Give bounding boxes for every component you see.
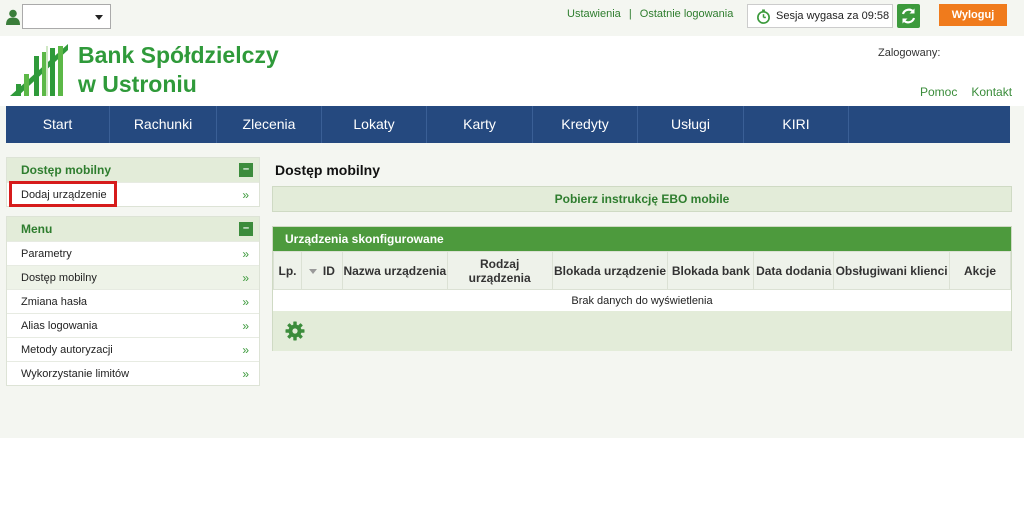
- highlight-box: [9, 181, 117, 207]
- chevron-double-right-icon: »: [242, 271, 249, 285]
- sidebar-item-label: Dostęp mobilny: [21, 272, 97, 284]
- nav-item-uslugi[interactable]: Usługi: [638, 106, 744, 143]
- top-bar: Ustawienia | Ostatnie logowania Sesja wy…: [0, 0, 1024, 36]
- logout-button[interactable]: Wyloguj: [939, 4, 1007, 26]
- column-header-blokada-bank[interactable]: Blokada bank: [667, 251, 755, 290]
- help-links: Pomoc Kontakt: [920, 85, 1024, 99]
- chevron-double-right-icon: »: [242, 367, 249, 381]
- clock-icon: [757, 9, 770, 24]
- user-icon: [6, 9, 20, 25]
- column-header-id-label: ID: [322, 263, 335, 278]
- column-header-lp[interactable]: Lp.: [273, 251, 302, 290]
- nav-item-lokaty[interactable]: Lokaty: [322, 106, 427, 143]
- devices-table-footer: [273, 311, 1011, 351]
- refresh-icon: [901, 8, 916, 24]
- header: Bank Spółdzielczy w Ustroniu Zalogowany:…: [0, 36, 1024, 106]
- table-header-row: Lp. ID Nazwa urządzenia Rodzaj urządzeni…: [273, 251, 1011, 290]
- chevron-double-right-icon: »: [242, 343, 249, 357]
- column-header-nazwa[interactable]: Nazwa urządzenia: [341, 251, 448, 290]
- chevron-double-right-icon: »: [242, 319, 249, 333]
- main-nav: Start Rachunki Zlecenia Lokaty Karty Kre…: [6, 106, 1010, 143]
- table-row: Brak danych do wyświetlenia: [273, 289, 1011, 312]
- column-header-data-dodania[interactable]: Data dodania: [753, 251, 835, 290]
- sidebar-item-label: Metody autoryzacji: [21, 344, 113, 356]
- column-header-akcje: Akcje: [949, 251, 1011, 290]
- devices-panel: Urządzenia skonfigurowane Lp. ID Nazwa u…: [272, 226, 1012, 351]
- top-links-separator: |: [628, 8, 632, 20]
- column-header-blokada-urzadzenie[interactable]: Blokada urządzenie: [551, 251, 669, 290]
- nav-item-kredyty[interactable]: Kredyty: [533, 106, 638, 143]
- logged-in-label: Zalogowany:: [878, 47, 941, 59]
- devices-table: Lp. ID Nazwa urządzenia Rodzaj urządzeni…: [273, 251, 1011, 312]
- nav-item-rachunki[interactable]: Rachunki: [110, 106, 217, 143]
- sidebar-item-metody-autoryzacji[interactable]: Metody autoryzacji »: [7, 337, 259, 361]
- bank-name-line2: w Ustroniu: [78, 71, 197, 97]
- sidebar-menu-panel-title: Menu: [21, 222, 53, 236]
- sidebar-menu-panel: Menu – Parametry » Dostęp mobilny » Zmia…: [6, 216, 260, 386]
- session-timer-text: Sesja wygasa za 09:58: [776, 10, 890, 22]
- sidebar-menu-panel-header: Menu –: [7, 217, 259, 241]
- nav-item-karty[interactable]: Karty: [427, 106, 533, 143]
- sidebar-item-zmiana-hasla[interactable]: Zmiana hasła »: [7, 289, 259, 313]
- sidebar-item-alias-logowania[interactable]: Alias logowania »: [7, 313, 259, 337]
- page-title: Dostęp mobilny: [275, 162, 381, 178]
- bank-name: Bank Spółdzielczy w Ustroniu: [78, 41, 279, 99]
- column-header-rodzaj[interactable]: Rodzaj urządzenia: [446, 251, 553, 290]
- empty-table-message: Brak danych do wyświetlenia: [273, 289, 1011, 312]
- help-link[interactable]: Pomoc: [920, 85, 957, 99]
- sidebar-item-label: Zmiana hasła: [21, 296, 88, 308]
- user-select[interactable]: [22, 4, 111, 29]
- sidebar-item-label: Alias logowania: [21, 320, 98, 332]
- last-logins-link[interactable]: Ostatnie logowania: [640, 8, 734, 20]
- sort-icon: [308, 268, 317, 274]
- column-header-obslugiwani-klienci[interactable]: Obsługiwani klienci: [833, 251, 951, 290]
- sidebar-item-label: Wykorzystanie limitów: [21, 368, 130, 380]
- chevron-double-right-icon: »: [242, 295, 249, 309]
- contact-link[interactable]: Kontakt: [971, 85, 1012, 99]
- top-links: Ustawienia | Ostatnie logowania: [567, 8, 733, 20]
- column-header-id[interactable]: ID: [300, 251, 343, 290]
- nav-item-kiri[interactable]: KIRI: [744, 106, 849, 143]
- collapse-icon[interactable]: –: [239, 222, 253, 236]
- bank-logo: [10, 44, 68, 96]
- chevron-double-right-icon: »: [242, 188, 249, 202]
- dropdown-caret-icon: [95, 15, 103, 20]
- sidebar-mobile-panel-header: Dostęp mobilny –: [7, 158, 259, 182]
- nav-item-zlecenia[interactable]: Zlecenia: [217, 106, 322, 143]
- download-instructions-button[interactable]: Pobierz instrukcję EBO mobile: [272, 186, 1012, 212]
- sidebar-item-label: Parametry: [21, 248, 72, 260]
- sidebar-item-dostep-mobilny[interactable]: Dostęp mobilny »: [7, 265, 259, 289]
- devices-panel-title: Urządzenia skonfigurowane: [273, 227, 1011, 251]
- sidebar-mobile-panel-title: Dostęp mobilny: [21, 163, 112, 177]
- chevron-double-right-icon: »: [242, 247, 249, 261]
- collapse-icon[interactable]: –: [239, 163, 253, 177]
- settings-link[interactable]: Ustawienia: [567, 8, 621, 20]
- sidebar-item-wykorzystanie-limitow[interactable]: Wykorzystanie limitów »: [7, 361, 259, 385]
- session-timer: Sesja wygasa za 09:58: [747, 4, 893, 28]
- gear-icon[interactable]: [285, 321, 305, 341]
- refresh-session-button[interactable]: [897, 4, 920, 28]
- bank-name-line1: Bank Spółdzielczy: [78, 42, 279, 68]
- sidebar-item-parametry[interactable]: Parametry »: [7, 241, 259, 265]
- nav-item-start[interactable]: Start: [6, 106, 110, 143]
